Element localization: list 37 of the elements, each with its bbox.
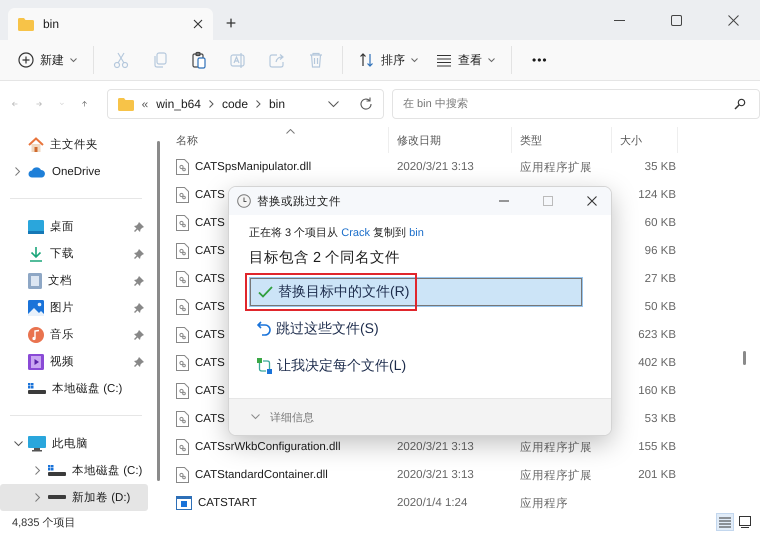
size-cell: 155 KB (638, 441, 676, 453)
size-cell: 96 KB (644, 245, 676, 257)
file-name: CATSsrWkbConfiguration.dll (195, 441, 341, 453)
file-name: CATS (195, 273, 225, 285)
size-cell: 53 KB (644, 413, 676, 425)
date-cell: 2020/3/21 3:13 (397, 441, 474, 453)
copy-progress-text: 正在将 3 个项目从 Crack 复制到 bin (249, 226, 425, 240)
size-cell: 60 KB (644, 217, 676, 229)
size-cell: 623 KB (638, 329, 676, 341)
date-cell: 2020/3/21 3:13 (397, 161, 474, 173)
size-cell: 124 KB (638, 189, 676, 201)
file-name: CATS (195, 189, 225, 201)
type-cell-text: 应用程序扩展 (520, 160, 592, 174)
file-name: CATSpsManipulator.dll (195, 161, 312, 173)
file-name: CATS (195, 413, 225, 425)
file-name: CATS (195, 301, 225, 313)
item-count: 4,835 个项目 (12, 516, 76, 530)
dialog-heading: 目标包含 2 个同名文件 (249, 249, 402, 267)
file-name: CATS (195, 357, 225, 369)
size-cell: 50 KB (644, 301, 676, 313)
date-cell: 2020/1/4 1:24 (397, 497, 468, 509)
dialog-title: 替换或跳过文件 (257, 194, 341, 208)
date-cell: 2020/3/21 3:13 (397, 469, 474, 481)
size-cell: 402 KB (638, 357, 676, 369)
file-name: CATS (195, 385, 225, 397)
type-cell-text: 应用程序 (520, 496, 568, 510)
size-cell: 160 KB (638, 385, 676, 397)
file-name: CATS (195, 329, 225, 341)
type-cell-text: 应用程序扩展 (520, 468, 592, 482)
size-cell: 35 KB (644, 161, 676, 173)
file-name: CATStandardContainer.dll (195, 469, 328, 481)
file-name: CATS (195, 217, 225, 229)
size-cell: 27 KB (644, 273, 676, 285)
size-cell: 201 KB (638, 469, 676, 481)
file-name: CATS (195, 245, 225, 257)
type-cell-text: 应用程序扩展 (520, 440, 592, 454)
file-name: CATSTART (198, 497, 257, 509)
